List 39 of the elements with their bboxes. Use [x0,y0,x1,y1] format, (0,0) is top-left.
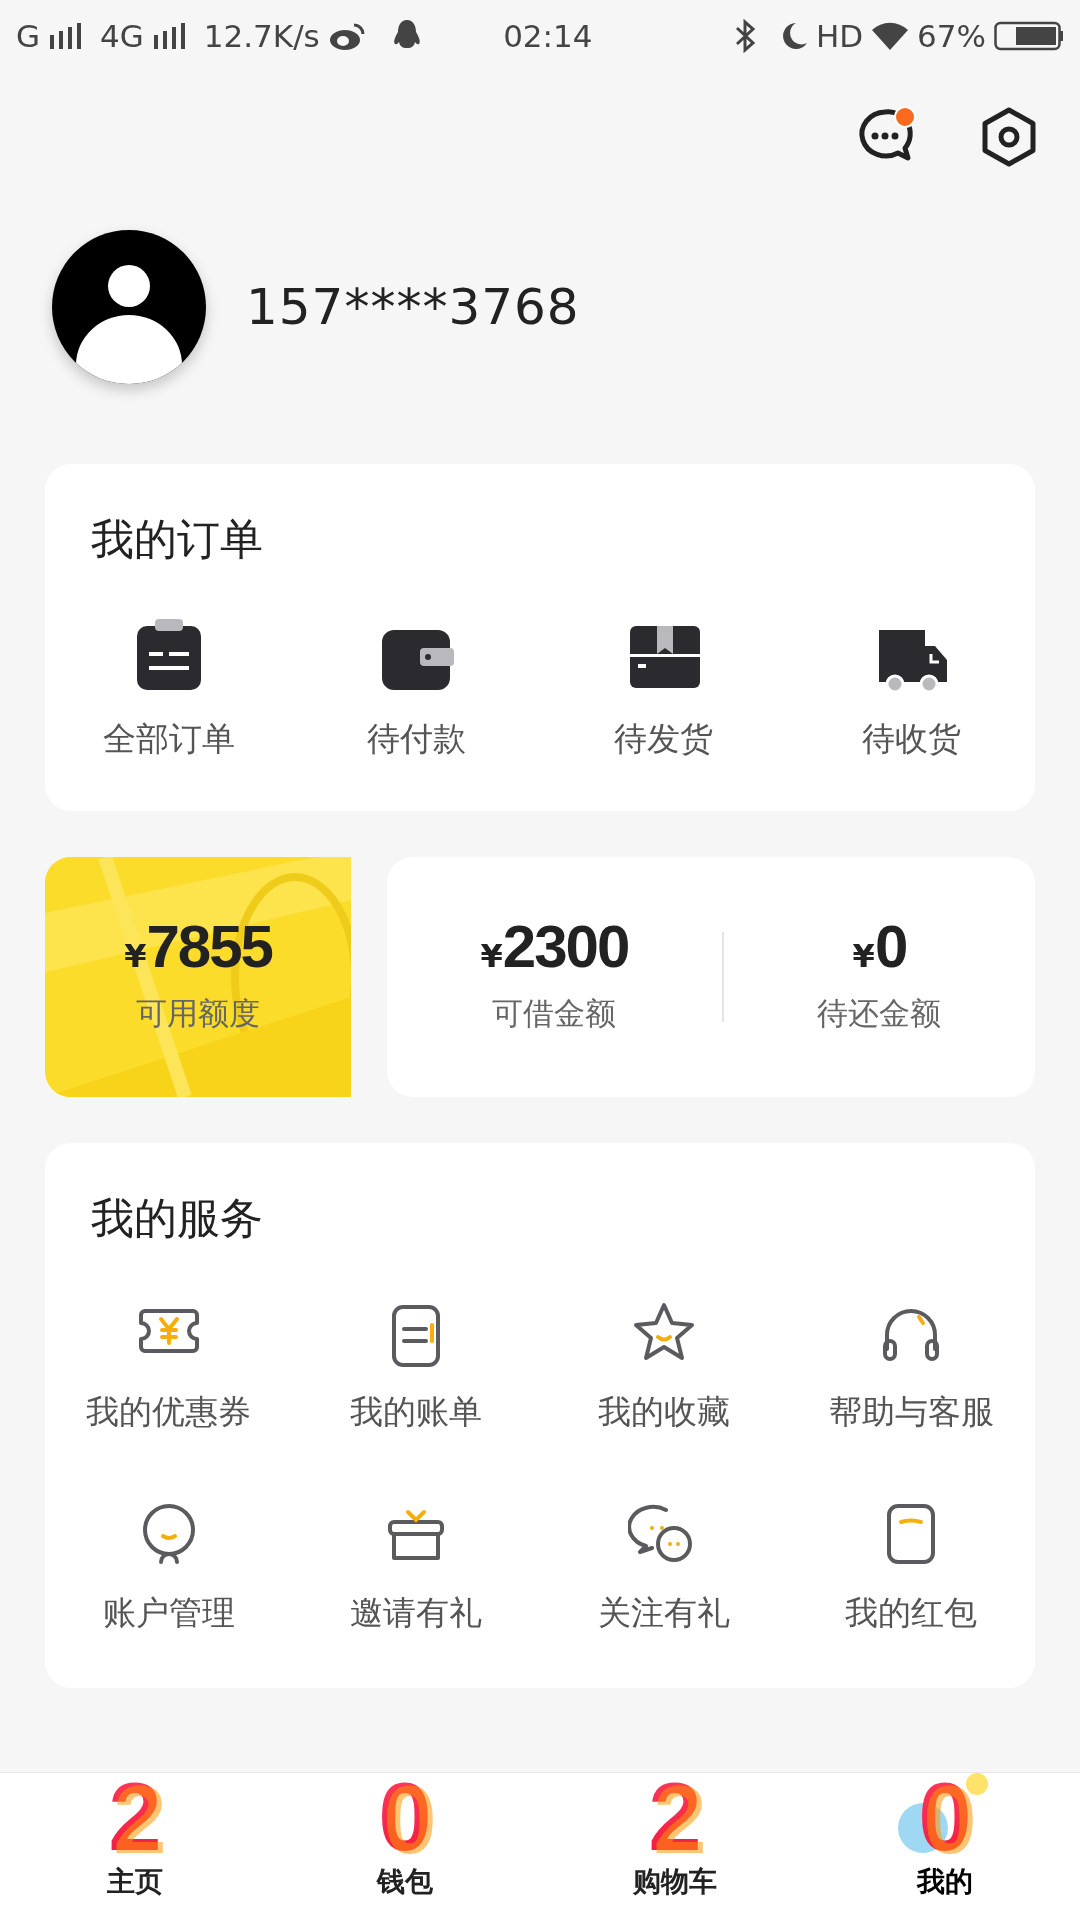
tab-item[interactable]: 2 购物车 [540,1773,810,1920]
loan-label: 可借金额 [492,994,617,1034]
carrier-text: G [16,16,41,56]
signal-icon [151,21,188,51]
order-status-item[interactable]: 待发货 [540,615,788,764]
battery-text: 67% [917,16,986,56]
battery-icon [994,20,1064,52]
service-item[interactable]: 我的账单 [292,1296,540,1437]
service-item[interactable]: 我的红包 [787,1498,1035,1638]
order-status-item[interactable]: 待收货 [787,615,1035,764]
currency-symbol: ¥ [480,936,503,978]
clock-text: 02:14 [503,16,593,56]
wifi-icon [871,21,910,51]
service-item[interactable]: 邀请有礼 [292,1498,540,1638]
order-status-item[interactable]: 待付款 [292,615,540,764]
network-text: 4G [100,16,144,56]
tab-item[interactable]: 0 我的 [810,1773,1080,1920]
service-item[interactable]: 帮助与客服 [787,1296,1035,1437]
credit-label: 可用额度 [136,994,260,1034]
section-title: 我的订单 [90,513,264,566]
tab-item[interactable]: 0 钱包 [270,1773,540,1920]
loan-amount: 0 [874,917,907,978]
credit-amount: 7855 [146,917,272,978]
service-item[interactable]: 账户管理 [45,1498,293,1638]
hd-text: HD [815,16,864,56]
section-title: 我的服务 [90,1192,264,1245]
available-credit-card[interactable]: ¥7855 可用额度 [45,857,351,1098]
order-status-item[interactable]: 全部订单 [45,615,293,764]
phone-number: 157****3768 [246,276,580,338]
currency-symbol: ¥ [124,937,147,978]
loan-amount: 2300 [502,917,629,978]
bluetooth-icon [733,19,756,53]
loan-label: 待还金额 [817,994,942,1034]
tab-item[interactable]: 2 主页 [0,1773,270,1920]
speed-text: 12.7K/s [203,16,320,56]
service-item[interactable]: 关注有礼 [540,1498,788,1638]
currency-symbol: ¥ [852,936,875,978]
service-item[interactable]: 我的收藏 [540,1296,788,1437]
service-item[interactable]: 我的优惠券 [45,1296,293,1437]
